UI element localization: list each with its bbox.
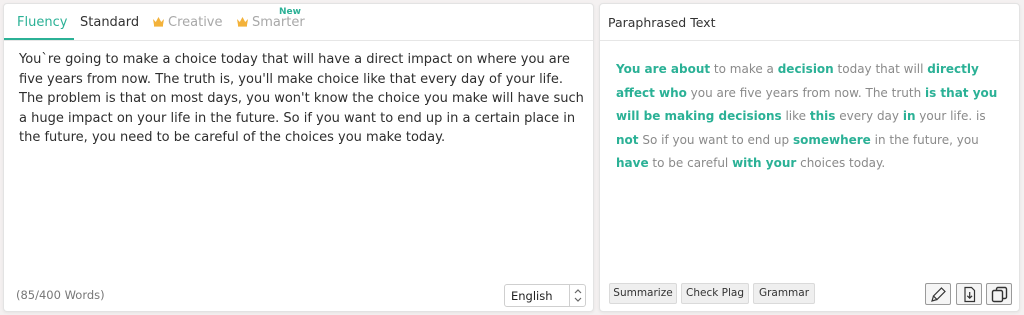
download-button[interactable]: [956, 283, 982, 305]
language-select[interactable]: English: [504, 284, 586, 307]
changed-phrase[interactable]: decision: [778, 62, 834, 76]
tab-standard[interactable]: Standard: [80, 15, 139, 30]
word-count: (85/400 Words): [16, 288, 105, 302]
grammar-button[interactable]: Grammar: [753, 283, 815, 304]
tab-creative[interactable]: Creative: [152, 15, 223, 30]
tab-fluency[interactable]: Fluency: [17, 15, 67, 30]
changed-phrase[interactable]: in: [903, 109, 916, 123]
changed-phrase[interactable]: this: [810, 109, 836, 123]
download-icon: [964, 286, 976, 303]
tab-creative-label: Creative: [168, 15, 223, 30]
text-segment: So if you want to end up: [638, 132, 793, 147]
input-text-area[interactable]: You`re going to make a choice today that…: [19, 50, 584, 148]
highlighter-button[interactable]: [925, 283, 951, 305]
text-segment: you are five years from now. The truth: [686, 85, 925, 100]
active-tab-indicator: [4, 38, 74, 40]
text-segment: to make a: [710, 62, 778, 76]
tab-smarter[interactable]: Smarter: [236, 15, 305, 30]
output-panel: Paraphrased Text You are about to make a…: [599, 3, 1020, 312]
select-arrows-icon: [569, 285, 585, 306]
paraphrased-text: You are about to make a decision today t…: [616, 58, 1006, 176]
highlighter-icon: [931, 287, 946, 302]
copy-button[interactable]: [986, 283, 1012, 305]
changed-phrase[interactable]: with your: [732, 156, 796, 170]
text-segment: your life. is: [915, 109, 986, 123]
output-header: Paraphrased Text: [600, 4, 1019, 41]
input-panel: Fluency Standard Creative Smarter New Yo…: [3, 3, 594, 312]
summarize-button[interactable]: Summarize: [609, 283, 677, 304]
changed-phrase[interactable]: have: [616, 156, 649, 170]
text-segment: choices today.: [796, 156, 886, 170]
copy-icon: [991, 286, 1008, 303]
changed-phrase[interactable]: You are about: [616, 62, 710, 76]
text-segment: every day: [835, 109, 903, 123]
text-segment: in the future, you: [870, 132, 979, 147]
output-title: Paraphrased Text: [608, 15, 716, 30]
new-badge: New: [279, 7, 301, 17]
changed-phrase[interactable]: not: [616, 133, 639, 147]
changed-phrase[interactable]: somewhere: [793, 133, 871, 147]
mode-tabs: Fluency Standard Creative Smarter New: [4, 4, 593, 41]
tab-smarter-label: Smarter: [252, 15, 305, 30]
crown-icon: [153, 17, 164, 27]
text-segment: like: [781, 109, 810, 123]
text-segment: to be careful: [648, 156, 733, 170]
text-segment: today that will: [833, 62, 928, 76]
check-plag-button[interactable]: Check Plag: [681, 283, 749, 304]
crown-icon: [237, 17, 248, 27]
language-value: English: [511, 289, 553, 303]
